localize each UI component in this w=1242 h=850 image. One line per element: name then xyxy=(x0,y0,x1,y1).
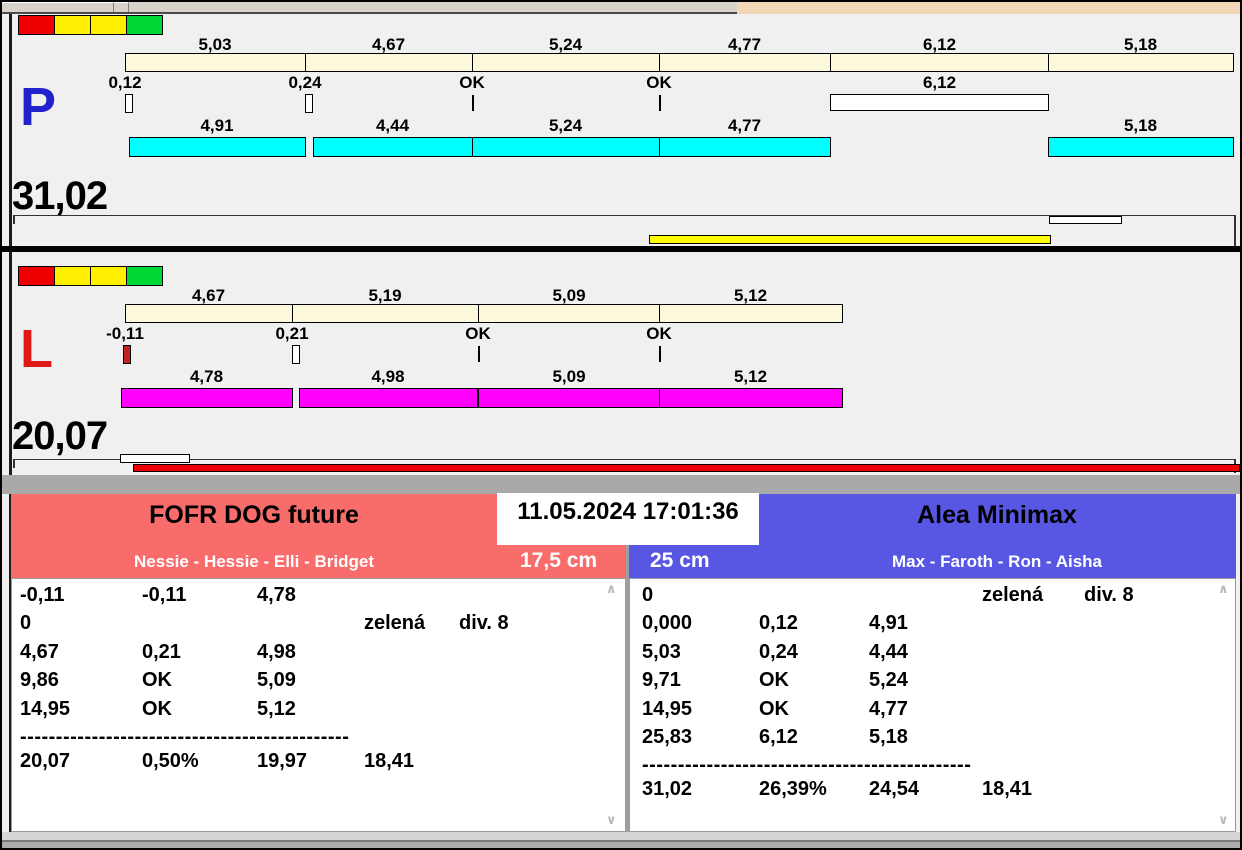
scroll-down-icon[interactable]: ∨ xyxy=(606,812,617,828)
section-bar-bottom xyxy=(659,388,843,408)
scroll-up-icon[interactable]: ∧ xyxy=(606,581,617,597)
diff-tick-line xyxy=(659,95,661,111)
race-tracks-area: P 31,02 5,03 0,12 4,91 4,67 0,24 4,44 5,24 OK 5,24… xyxy=(2,2,1240,475)
legend-swatch xyxy=(54,266,91,286)
section-time-label: 4,98 xyxy=(371,367,405,386)
status-strip-dark xyxy=(2,842,1240,848)
diff-label: OK xyxy=(646,324,672,343)
team-name-right: Alea Minimax xyxy=(917,501,1077,529)
section-time-label: 5,12 xyxy=(733,367,768,386)
diff-tick-line xyxy=(472,95,474,111)
section-bar-bottom xyxy=(472,137,660,157)
legend-swatch xyxy=(54,15,91,35)
section-time-label: 5,12 xyxy=(733,286,768,305)
section-bar-top xyxy=(125,304,293,323)
progress-bar xyxy=(133,464,1240,472)
section-bar-bottom xyxy=(121,388,293,408)
section-time-label: 5,03 xyxy=(198,35,232,54)
section-time-label: 5,09 xyxy=(552,286,586,305)
section-time-label: 4,67 xyxy=(191,286,226,305)
diff-label: OK xyxy=(465,324,491,343)
section-bar-top xyxy=(830,53,1050,72)
diff-label: -0,11 xyxy=(106,324,144,343)
baseline-end-tick xyxy=(1234,215,1236,246)
diff-tick-box xyxy=(292,345,300,364)
section-bar-top xyxy=(1048,53,1234,72)
legend-swatch xyxy=(18,15,55,35)
team-size-left: 17,5 cm xyxy=(520,549,598,572)
results-list-right[interactable] xyxy=(629,578,1236,832)
team-dogs-left: Nessie - Hessie - Elli - Bridget xyxy=(134,552,374,571)
missing-section-bar xyxy=(830,94,1049,111)
app-window: P 31,02 5,03 0,12 4,91 4,67 0,24 4,44 5,24 OK 5,24… xyxy=(0,0,1242,850)
section-bar-top xyxy=(472,53,660,72)
status-strip-light xyxy=(2,832,1240,840)
section-time-label: 5,24 xyxy=(548,116,583,135)
legend-swatch xyxy=(126,15,163,35)
section-bar-bottom xyxy=(659,137,831,157)
section-time-label: 4,67 xyxy=(371,35,406,54)
legend-swatch xyxy=(18,266,55,286)
section-bar-bottom xyxy=(1048,137,1234,157)
track-baseline xyxy=(13,459,1236,460)
diff-tick-box xyxy=(305,94,313,113)
scroll-up-icon[interactable]: ∧ xyxy=(1218,581,1229,597)
section-time-label: 4,77 xyxy=(727,116,762,135)
legend-swatch xyxy=(126,266,163,286)
section-divider-band xyxy=(2,475,1240,494)
panel-divider xyxy=(2,246,1240,252)
diff-label: 0,12 xyxy=(108,73,142,92)
section-time-label: 5,18 xyxy=(1123,35,1158,54)
section-bar-bottom xyxy=(299,388,478,408)
section-bar-top xyxy=(125,53,306,72)
section-time-label: 5,19 xyxy=(368,286,402,305)
track-letter: L xyxy=(20,319,53,379)
results-list-left[interactable] xyxy=(11,578,626,832)
section-time-label: 4,77 xyxy=(727,35,762,54)
section-bar-bottom xyxy=(129,137,306,157)
diff-label: 6,12 xyxy=(922,73,957,92)
progress-marker xyxy=(120,454,190,463)
track-total-time: 20,07 xyxy=(12,414,108,458)
section-bar-top xyxy=(659,304,843,323)
section-bar-top xyxy=(659,53,831,72)
diff-tick-line xyxy=(659,346,661,362)
section-time-label: 4,78 xyxy=(189,367,224,386)
baseline-end-tick xyxy=(13,215,15,224)
team-dogs-right: Max - Faroth - Ron - Aisha xyxy=(892,552,1102,571)
section-time-label: 5,24 xyxy=(548,35,583,54)
diff-label: 0,21 xyxy=(275,324,309,343)
diff-tick-box xyxy=(125,94,133,113)
diff-label: 0,24 xyxy=(288,73,322,92)
section-time-label: 4,91 xyxy=(200,116,234,135)
diff-label: OK xyxy=(459,73,485,92)
diff-tick-box xyxy=(123,345,131,364)
diff-tick-line xyxy=(478,346,480,362)
team-name-left: FOFR DOG future xyxy=(149,501,359,529)
team-size-right: 25 cm xyxy=(650,549,710,572)
legend-swatch xyxy=(90,15,127,35)
section-bar-top xyxy=(292,304,479,323)
section-bar-bottom xyxy=(313,137,473,157)
panel-gap xyxy=(626,494,629,838)
section-bar-top xyxy=(478,304,661,323)
section-time-label: 5,18 xyxy=(1123,116,1158,135)
progress-marker xyxy=(1049,216,1122,224)
track-total-time: 31,02 xyxy=(12,174,108,218)
section-time-label: 6,12 xyxy=(922,35,957,54)
section-bar-top xyxy=(305,53,473,72)
progress-bar xyxy=(649,235,1051,244)
section-time-label: 4,44 xyxy=(375,116,410,135)
section-time-label: 5,09 xyxy=(552,367,586,386)
datetime-display: 11.05.2024 17:01:36 xyxy=(497,493,759,545)
track-letter: P xyxy=(20,77,57,137)
legend-swatch xyxy=(90,266,127,286)
diff-label: OK xyxy=(646,73,672,92)
section-bar-bottom xyxy=(478,388,661,408)
baseline-end-tick xyxy=(13,459,15,468)
scroll-down-icon[interactable]: ∨ xyxy=(1218,812,1229,828)
